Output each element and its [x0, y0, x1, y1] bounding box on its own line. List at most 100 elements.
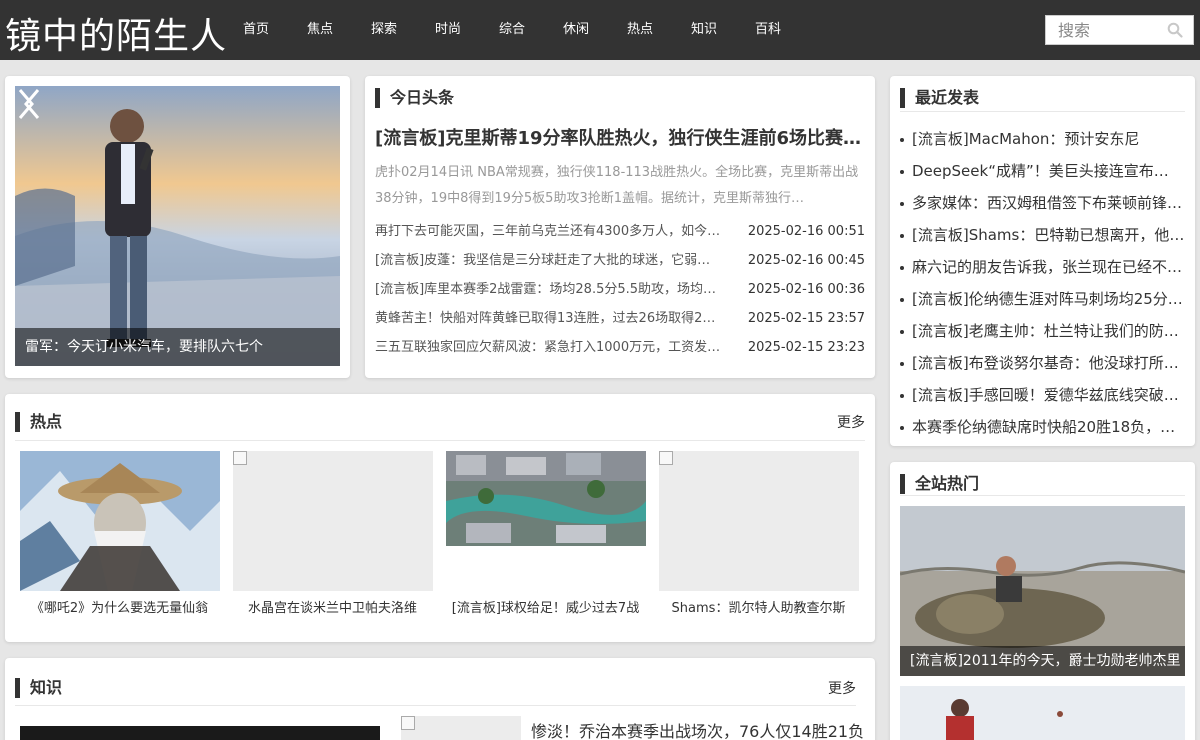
broken-image-icon [233, 451, 247, 465]
nav-item-hot[interactable]: 热点 [608, 0, 672, 60]
knowledge-title: 知识 [15, 678, 62, 698]
recent-item-label: 麻六记的朋友告诉我，张兰现在已经不… [912, 258, 1183, 276]
popular-image[interactable]: [流言板]2011年的今天，爵士功勋老帅杰里 [900, 506, 1185, 676]
broken-image-icon [401, 716, 415, 730]
knowledge-thumb[interactable] [401, 716, 521, 740]
hot-caption-2[interactable]: 水晶宫在谈米兰中卫帕夫洛维 [226, 597, 439, 616]
hot-caption-1[interactable]: 《哪吒2》为什么要选无量仙翁 [13, 597, 226, 616]
nav-item-home[interactable]: 首页 [224, 0, 288, 60]
headline-date: 2025-02-15 23:57 [747, 311, 865, 326]
bullet-icon [900, 329, 904, 334]
nav-item-focus[interactable]: 焦点 [288, 0, 352, 60]
recent-item[interactable]: [流言板]MacMahon：预计安东尼 [900, 129, 1185, 149]
slide-image[interactable]: 雷军：今天订小米汽车，要排队六七个 [15, 86, 340, 366]
recent-item-label: [流言板]Shams：巴特勒已想离开，他… [912, 226, 1185, 244]
headline-link[interactable]: [流言板]库里本赛季2战雷霆：场均28.5分5.5助攻，场均… [375, 275, 743, 304]
popular-title: 全站热门 [900, 474, 979, 494]
nav-item-knowledge[interactable]: 知识 [672, 0, 736, 60]
search-input[interactable] [1046, 16, 1161, 44]
main-nav: 首页 焦点 探索 时尚 综合 休闲 热点 知识 百科 [224, 0, 800, 60]
nav-item-encyclopedia[interactable]: 百科 [736, 0, 800, 60]
recent-item[interactable]: [流言板]手感回暖！爱德华兹底线突破… [900, 385, 1185, 405]
lead-article-title[interactable]: [流言板]克里斯蒂19分率队胜热火，独行侠生涯前6场比赛… [375, 124, 865, 150]
recent-item-label: 多家媒体：西汉姆租借签下布莱顿前锋… [912, 194, 1183, 212]
headline-row: 再打下去可能灭国，三年前乌克兰还有4300多万人，如今… 2025-02-16 … [375, 217, 865, 246]
headline-date: 2025-02-16 00:36 [747, 282, 865, 297]
hot-caption-3[interactable]: [流言板]球权给足！威少过去7战 [439, 597, 652, 616]
slide-photo [15, 86, 340, 366]
hot-divider [15, 440, 865, 441]
bullet-icon [900, 425, 904, 430]
featured-slider-card: 雷军：今天订小米汽车，要排队六七个 [5, 76, 350, 378]
hot-thumb-4[interactable] [659, 451, 859, 591]
hot-thumb-2[interactable] [233, 451, 433, 591]
bullet-icon [900, 137, 904, 142]
bullet-icon [900, 393, 904, 398]
bullet-icon [900, 233, 904, 238]
headline-date: 2025-02-16 00:51 [747, 224, 865, 239]
knowledge-section: 知识 更多 惨淡！乔治本赛季出战场次，76人仅14胜21负 [5, 658, 875, 740]
nav-item-leisure[interactable]: 休闲 [544, 0, 608, 60]
popular-photo-2 [900, 686, 1185, 740]
recent-item[interactable]: 麻六记的朋友告诉我，张兰现在已经不… [900, 257, 1185, 277]
recent-item-label: 本赛季伦纳德缺席时快船20胜18负，… [912, 418, 1176, 436]
popular-card: 全站热门 [流言板]2011年的今天，爵士功勋老帅杰里 [890, 462, 1195, 740]
recent-item[interactable]: DeepSeek“成精”！美巨头接连宣布… [900, 161, 1185, 181]
recent-item[interactable]: 本赛季伦纳德缺席时快船20胜18负，… [900, 417, 1185, 437]
broken-image-icon [659, 451, 673, 465]
hot-thumb-image [20, 451, 220, 591]
recent-posts-card: 最近发表 [流言板]MacMahon：预计安东尼 DeepSeek“成精”！美巨… [890, 76, 1195, 446]
headline-date: 2025-02-15 23:23 [747, 340, 865, 355]
hot-caption-4[interactable]: Shams：凯尔特人助教查尔斯 [652, 597, 865, 616]
popular-divider [900, 495, 1185, 496]
site-title[interactable]: 镜中的陌生人 [5, 7, 227, 59]
headline-row: [流言板]库里本赛季2战雷霆：场均28.5分5.5助攻，场均… 2025-02-… [375, 275, 865, 304]
search-icon[interactable] [1167, 22, 1183, 38]
popular-image-2[interactable] [900, 686, 1185, 740]
bullet-icon [900, 265, 904, 270]
hot-thumb-1[interactable] [20, 451, 220, 591]
recent-item-label: [流言板]手感回暖！爱德华兹底线突破… [912, 386, 1179, 404]
knowledge-more-link[interactable]: 更多 [828, 678, 856, 698]
recent-item[interactable]: [流言板]伦纳德生涯对阵马刺场均25分… [900, 289, 1185, 309]
headline-link[interactable]: 黄蜂苦主！快船对阵黄蜂已取得13连胜，过去26场取得2… [375, 304, 743, 333]
slide-caption[interactable]: 雷军：今天订小米汽车，要排队六七个 [15, 328, 340, 366]
recent-item[interactable]: 多家媒体：西汉姆租借签下布莱顿前锋… [900, 193, 1185, 213]
headline-link[interactable]: 再打下去可能灭国，三年前乌克兰还有4300多万人，如今… [375, 217, 743, 246]
hot-title: 热点 [15, 412, 62, 432]
headline-row: [流言板]皮蓬：我坚信是三分球赶走了大批的球迷，它弱… 2025-02-16 0… [375, 246, 865, 275]
recent-item[interactable]: [流言板]老鹰主帅：杜兰特让我们的防… [900, 321, 1185, 341]
headline-link[interactable]: 三五互联独家回应欠薪风波：紧急打入1000万元，工资发… [375, 333, 743, 362]
hot-more-link[interactable]: 更多 [837, 412, 865, 432]
bullet-icon [900, 361, 904, 366]
recent-item[interactable]: [流言板]布登谈努尔基奇：他没球打所… [900, 353, 1185, 373]
hot-thumb-3[interactable] [446, 451, 646, 546]
recent-item-label: [流言板]MacMahon：预计安东尼 [912, 130, 1140, 148]
popular-caption[interactable]: [流言板]2011年的今天，爵士功勋老帅杰里 [900, 646, 1185, 676]
search-box [1045, 15, 1194, 45]
headline-row: 三五互联独家回应欠薪风波：紧急打入1000万元，工资发… 2025-02-15 … [375, 333, 865, 362]
headline-row: 黄蜂苦主！快船对阵黄蜂已取得13连胜，过去26场取得2… 2025-02-15 … [375, 304, 865, 333]
headline-date: 2025-02-16 00:45 [747, 253, 865, 268]
bullet-icon [900, 201, 904, 206]
knowledge-divider [15, 705, 856, 706]
recent-item-label: DeepSeek“成精”！美巨头接连宣布… [912, 162, 1169, 180]
knowledge-article-link[interactable]: 惨淡！乔治本赛季出战场次，76人仅14胜21负 [531, 718, 871, 740]
nav-item-explore[interactable]: 探索 [352, 0, 416, 60]
headline-link[interactable]: [流言板]皮蓬：我坚信是三分球赶走了大批的球迷，它弱… [375, 246, 743, 275]
nav-item-fashion[interactable]: 时尚 [416, 0, 480, 60]
headlines-title: 今日头条 [375, 88, 454, 108]
bullet-icon [900, 297, 904, 302]
recent-item[interactable]: [流言板]Shams：巴特勒已想离开，他… [900, 225, 1185, 245]
nav-item-general[interactable]: 综合 [480, 0, 544, 60]
recent-title: 最近发表 [900, 88, 979, 108]
knowledge-banner-image[interactable] [15, 716, 391, 740]
recent-item-label: [流言板]伦纳德生涯对阵马刺场均25分… [912, 290, 1183, 308]
chevron-right-icon[interactable] [15, 86, 37, 122]
lead-article-summary: 虎扑02月14日讯 NBA常规赛，独行侠118-113战胜热火。全场比赛，克里斯… [375, 165, 859, 206]
banner-text-graphic [20, 726, 380, 740]
hot-section: 热点 更多 《哪吒2》为什么要选无量仙翁 水晶宫在谈米兰中卫帕夫洛维 [流言板]… [5, 394, 875, 642]
recent-item-label: [流言板]布登谈努尔基奇：他没球打所… [912, 354, 1179, 372]
top-navbar: 镜中的陌生人 首页 焦点 探索 时尚 综合 休闲 热点 知识 百科 [0, 0, 1200, 60]
hot-thumb-image [446, 451, 646, 546]
